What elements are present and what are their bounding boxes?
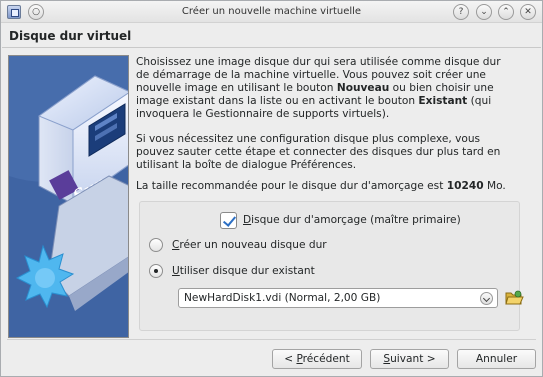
recommended-size-unit: Mo. [483, 180, 506, 192]
create-new-disk-label-text: réer un nouveau disque dur [179, 239, 327, 251]
description-paragraph-1: Choisissez une image disque dur qui sera… [136, 56, 516, 121]
new-button-reference: Nouveau [336, 82, 390, 94]
use-existing-disk-mnemonic: U [172, 265, 180, 277]
wizard-window: ○ Créer un nouvelle machine virtuelle ? … [0, 0, 543, 377]
previous-button-prefix: < [284, 353, 297, 365]
virtualbox-cube-illustration: Sun microsystems [9, 56, 128, 337]
wizard-content: Sun microsystems Choisissez une image di… [2, 49, 541, 339]
recommended-size-value: 10240 [446, 180, 484, 192]
choose-disk-button[interactable] [504, 288, 524, 308]
next-button-label: uivant > [390, 353, 436, 365]
boot-disk-groupbox: Disque dur d'amorçage (maître primaire) … [139, 201, 524, 331]
minimize-button[interactable]: ⌄ [476, 4, 492, 20]
previous-button-label: récédent [302, 353, 350, 365]
use-existing-disk-radio[interactable] [149, 264, 163, 278]
description-paragraph-2: Si vous nécessitez une configuration dis… [136, 133, 501, 171]
recommended-size-text: La taille recommandée pour le disque dur… [136, 180, 516, 193]
wizard-header: Disque dur virtuel [2, 24, 541, 48]
title-bar[interactable]: ○ Créer un nouvelle machine virtuelle ? … [1, 1, 542, 23]
use-existing-disk-label[interactable]: Utiliser disque dur existant [172, 265, 315, 277]
maximize-button[interactable]: ⌃ [498, 4, 514, 20]
existing-button-reference: Existant [418, 95, 468, 107]
previous-button[interactable]: < Précédent [272, 349, 362, 369]
chevron-down-icon[interactable] [480, 292, 493, 305]
next-button[interactable]: Suivant > [370, 349, 449, 369]
existing-disk-select[interactable]: NewHardDisk1.vdi (Normal, 2,00 GB) [178, 288, 498, 308]
boot-disk-label[interactable]: Disque dur d'amorçage (maître primaire) [243, 214, 461, 226]
boot-disk-checkbox[interactable] [220, 212, 237, 229]
boot-disk-mnemonic: D [243, 214, 252, 226]
boot-disk-label-text: isque dur d'amorçage (maître primaire) [251, 214, 461, 226]
help-button[interactable]: ? [453, 4, 469, 20]
cancel-button[interactable]: Annuler [457, 349, 536, 369]
create-new-disk-radio[interactable] [149, 238, 163, 252]
folder-open-icon [505, 290, 524, 305]
create-new-disk-label[interactable]: Créer un nouveau disque dur [172, 239, 327, 251]
page-title: Disque dur virtuel [9, 29, 132, 43]
footer-separator [7, 339, 536, 340]
close-button[interactable]: ✕ [520, 4, 536, 20]
existing-disk-select-value: NewHardDisk1.vdi (Normal, 2,00 GB) [184, 292, 381, 304]
recommended-size-prefix: La taille recommandée pour le disque dur… [136, 180, 447, 192]
use-existing-disk-label-text: tiliser disque dur existant [179, 265, 315, 277]
wizard-illustration: Sun microsystems [8, 55, 129, 338]
